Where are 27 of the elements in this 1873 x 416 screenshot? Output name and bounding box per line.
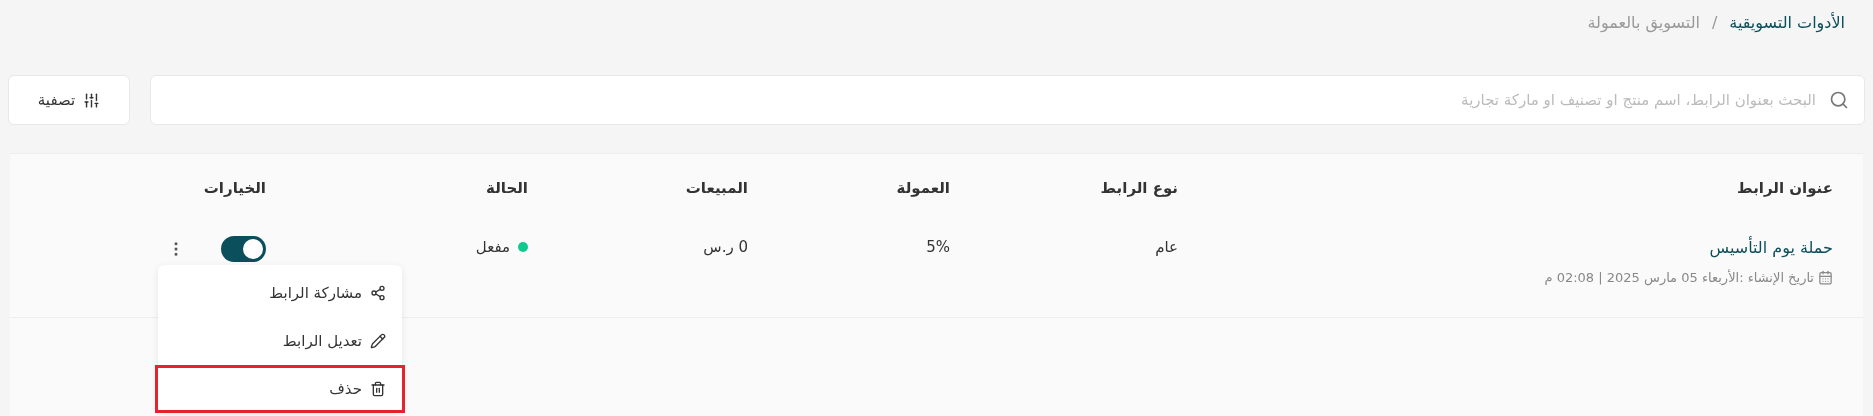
breadcrumb-item[interactable]: الأدوات التسويقية [1729, 11, 1845, 35]
share-icon [370, 285, 386, 301]
column-header: عنوان الرابط [1736, 177, 1833, 199]
column-header: العمولة [895, 177, 950, 199]
status-label: مفعل [475, 237, 510, 258]
column-header: الحالة [485, 177, 528, 199]
table-cell-text: عام [1154, 237, 1178, 258]
search-icon [1829, 90, 1849, 110]
breadcrumb-item: التسويق بالعمولة [1587, 12, 1700, 35]
table-cell-text: 0 ر.س [702, 237, 748, 258]
column-header: المبيعات [684, 177, 748, 199]
search-field[interactable]: البحث بعنوان الرابط، اسم منتج او تصنيف او ماركة تجارية [150, 75, 1865, 125]
breadcrumb-separator: / [1711, 12, 1718, 34]
toggle-switch[interactable] [221, 236, 266, 262]
menu-item[interactable]: مشاركة الرابط [158, 269, 402, 317]
link-title[interactable]: حملة يوم التأسيس [1178, 236, 1833, 260]
calendar-icon [1818, 270, 1833, 286]
menu-item[interactable]: تعديل الرابط [158, 317, 402, 365]
sliders-icon [83, 91, 101, 109]
column-header: الخيارات [202, 177, 266, 199]
column-header: نوع الرابط [1099, 177, 1178, 199]
trash-icon [370, 381, 386, 397]
table-cell-text: 5% [925, 237, 950, 258]
pencil-icon [370, 333, 386, 349]
creation-date: تاريخ الإنشاء :الأربعاء 05 مارس 2025 | 02:08 م [1544, 268, 1814, 288]
filter-button[interactable]: تصفية [8, 75, 130, 125]
menu-item[interactable]: حذف [155, 365, 405, 413]
